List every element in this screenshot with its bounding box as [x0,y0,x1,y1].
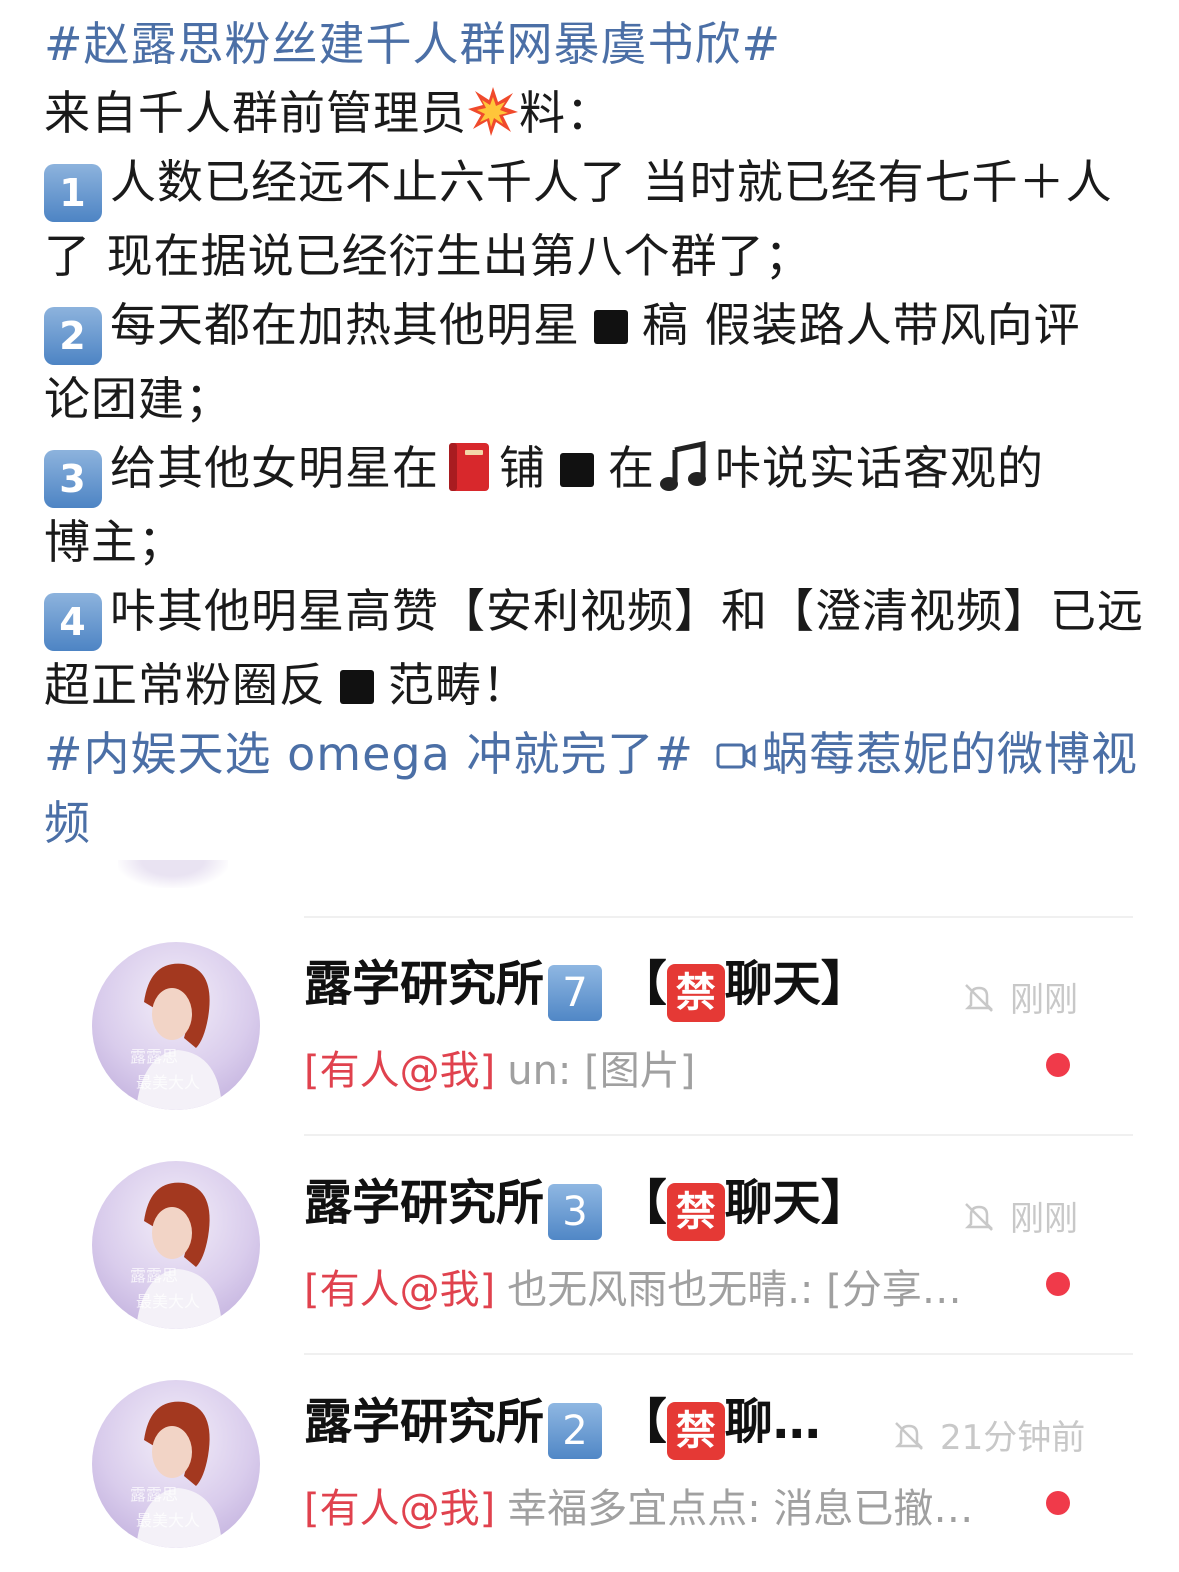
chat-row[interactable]: 露露思 最美大人 露学研究所 2 【禁聊… 21分钟前 [有人@我] 幸福多宜点点:… [0,1298,1179,1548]
music-note-emoji-icon [660,440,706,491]
last-message: 幸福多宜点点: 消息已撤… [507,1486,974,1532]
item3-text-part1: 给其他女明星在 [110,441,439,495]
unread-dot [1046,1491,1070,1515]
tag-open: 【 [618,1394,667,1450]
chat-time: 刚刚 [1010,980,1078,1020]
chat-meta: 刚刚 [962,972,1078,1021]
item3-text-part4: 咔说实话客观的 [715,441,1044,495]
svg-text:露露思: 露露思 [130,1266,178,1285]
prohibited-badge: 禁 [666,1402,725,1460]
chat-row[interactable]: 露露思 最美大人 露学研究所 7 【禁聊天】 刚刚 [有人@我] un: [图片] [0,860,1179,1110]
unread-dot [1046,1053,1070,1077]
chat-meta: 21分钟前 [892,1410,1085,1459]
item4-text-part2: 范畴！ [388,658,529,712]
keycap-2-icon: 2 [44,307,102,365]
bell-muted-icon [964,1203,994,1231]
chat-title: 露学研究所 7 【禁聊天】 [304,954,869,1022]
keycap-4-icon: 4 [44,593,102,651]
svg-text:露露思: 露露思 [130,1047,178,1066]
chat-name: 露学研究所 [304,956,545,1012]
keycap-number-icon: 2 [548,1403,603,1459]
item4-text-part1: 超正常粉圈反 [44,658,326,712]
chat-name: 露学研究所 [304,1394,545,1450]
tag-open: 【 [618,1175,667,1231]
post-item-2: 2 每天都在加热其他明星 稿 假装路人带风向评 [44,291,1134,365]
bell-muted-icon [964,984,994,1012]
item4-text-line1: 咔其他明星高赞【安利视频】和【澄清视频】已远 [110,584,1144,638]
black-square-icon [560,453,594,487]
post-intro: 来自千人群前管理员 料： [44,79,1134,148]
group-avatar: 露露思 最美大人 [92,1380,260,1548]
post-item-3: 3 给其他女明星在 铺 在 咔说实话客观的 [44,434,1134,508]
keycap-number-icon: 7 [548,965,603,1021]
chat-time: 21分钟前 [940,1418,1086,1458]
bell-muted-icon [894,1422,924,1450]
item3-text-part2: 铺 [499,441,546,495]
post-item-4: 4 咔其他明星高赞【安利视频】和【澄清视频】已远 [44,577,1143,651]
keycap-1-icon: 1 [44,164,102,222]
unread-dot [1046,1272,1070,1296]
keycap-3-icon: 3 [44,450,102,508]
item3-text-part3: 在 [608,441,655,495]
collision-emoji-icon [468,87,518,136]
prohibited-badge: 禁 [666,964,725,1022]
chat-list-screenshot: 露露思 最美大人 露学研究所 7 【禁聊天】 刚刚 [有人@我] un: [图片] [0,860,1179,1572]
tag-rest: 聊天】 [724,956,869,1012]
footer-hashtag-link[interactable]: #内娱天选 omega 冲就完了# [44,727,694,781]
chat-time: 刚刚 [1010,1199,1078,1239]
video-icon [716,743,756,769]
post-item-1: 1 人数已经远不止六千人了 当时就已经有七千＋人 [44,148,1134,222]
keycap-number-icon: 3 [548,1184,603,1240]
video-link-line2[interactable]: 频 [44,789,1134,858]
tag-rest: 聊天】 [724,1175,869,1231]
mention-tag: [有人@我] [304,1486,496,1532]
chat-meta: 刚刚 [962,1191,1078,1240]
chat-title: 露学研究所 2 【禁聊… [304,1392,821,1460]
svg-text:最美大人: 最美大人 [136,1511,200,1530]
weibo-post: #赵露思粉丝建千人群网暴虞书欣# 来自千人群前管理员 料： 1 人数已经远不止六千… [44,10,1143,858]
chat-title: 露学研究所 3 【禁聊天】 [304,1173,869,1241]
item2-text-part1: 每天都在加热其他明星 [110,298,580,352]
prohibited-badge: 禁 [666,1183,725,1241]
red-book-emoji-icon [449,443,489,491]
video-link[interactable]: 蜗莓惹妮的微博视 [762,727,1138,781]
chat-preview: [有人@我] 幸福多宜点点: 消息已撤… [304,1476,973,1534]
intro-suffix: 料： [519,86,613,140]
tag-open: 【 [618,956,667,1012]
intro-prefix: 来自千人群前管理员 [44,86,467,140]
black-square-icon [594,310,628,344]
chat-row[interactable]: 露露思 最美大人 露学研究所 3 【禁聊天】 刚刚 [有人@我] 也无风雨也无晴.:… [0,1079,1179,1329]
black-square-icon [340,670,374,704]
post-hashtag-title[interactable]: #赵露思粉丝建千人群网暴虞书欣# [44,10,1134,79]
chat-name: 露学研究所 [304,1175,545,1231]
item2-text-line2: 论团建； [44,372,232,426]
post-footer-links: #内娱天选 omega 冲就完了# 蜗莓惹妮的微博视 [44,720,1137,789]
item1-text-line1: 人数已经远不止六千人了 当时就已经有七千＋人 [110,155,1113,209]
post-item-4-line2: 超正常粉圈反 范畴！ [44,651,1134,720]
svg-text:露露思: 露露思 [130,1485,178,1504]
item3-text-line2: 博主； [44,515,185,569]
item1-text-line2: 了 现在据说已经衍生出第八个群了； [44,229,812,283]
item2-text-part2: 稿 假装路人带风向评 [642,298,1081,352]
tag-rest: 聊… [724,1394,821,1450]
